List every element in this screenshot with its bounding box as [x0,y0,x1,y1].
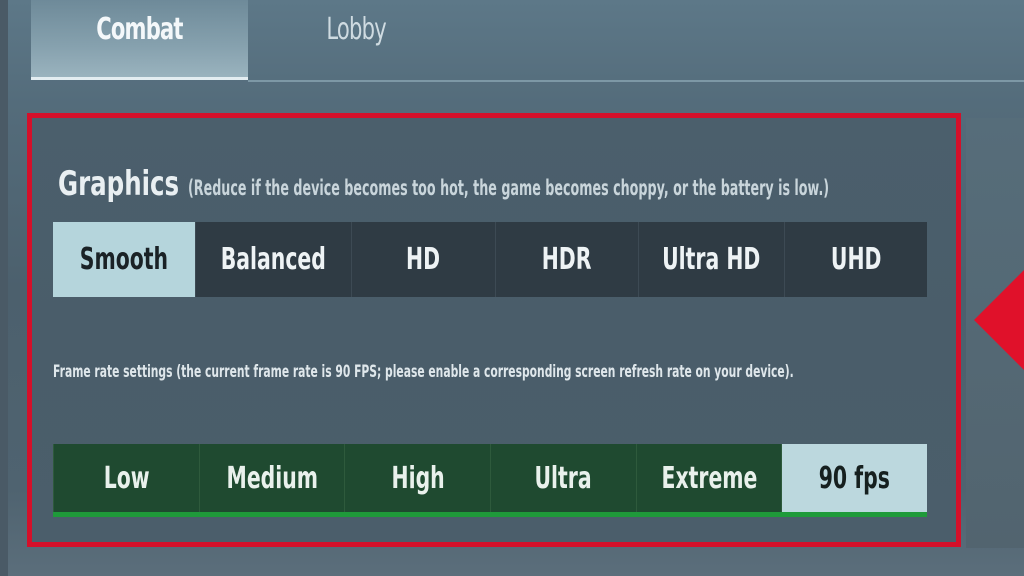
tab-combat-label: Combat [96,12,183,47]
option-label: High [391,460,445,496]
fps-option-ultra[interactable]: Ultra [490,444,636,512]
option-label: 90 fps [819,460,891,496]
graphics-heading: Graphics (Reduce if the device becomes t… [58,164,1024,204]
left-edge [0,0,8,576]
graphics-settings-panel: Graphics (Reduce if the device becomes t… [27,113,961,547]
option-label: HDR [541,242,592,277]
option-label: Balanced [221,242,327,277]
tab-divider [248,80,1024,82]
option-label: Medium [226,460,318,496]
option-label: Smooth [80,242,169,277]
graphics-option-balanced[interactable]: Balanced [195,222,351,297]
graphics-note: (Reduce if the device becomes too hot, t… [188,176,830,200]
option-label: Ultra HD [662,242,761,277]
option-label: UHD [830,242,882,277]
graphics-quality-selector: Smooth Balanced HD HDR Ultra HD UHD [53,222,927,297]
settings-tab-bar: Combat Lobby [0,0,1024,82]
pointer-arrow-icon [974,262,1024,378]
graphics-option-hdr[interactable]: HDR [494,222,638,297]
fps-option-90fps[interactable]: 90 fps [781,444,928,512]
frame-rate-selector: Low Medium High Ultra Extreme 90 fps [53,444,928,517]
frame-rate-note: Frame rate settings (the current frame r… [53,362,794,382]
graphics-option-uhd[interactable]: UHD [783,222,927,297]
option-label: HD [406,242,441,277]
option-label: Ultra [534,460,592,496]
graphics-option-smooth[interactable]: Smooth [53,222,196,297]
tab-combat[interactable]: Combat [31,0,248,80]
fps-option-high[interactable]: High [344,444,490,512]
fps-option-medium[interactable]: Medium [198,444,345,512]
fps-option-low[interactable]: Low [53,444,199,512]
option-label: Low [103,460,150,496]
tab-lobby[interactable]: Lobby [248,0,465,80]
graphics-title: Graphics [58,164,180,204]
option-label: Extreme [661,460,757,496]
graphics-option-ultra-hd[interactable]: Ultra HD [638,222,783,297]
tab-lobby-label: Lobby [326,12,387,47]
fps-option-extreme[interactable]: Extreme [635,444,782,512]
graphics-option-hd[interactable]: HD [351,222,494,297]
